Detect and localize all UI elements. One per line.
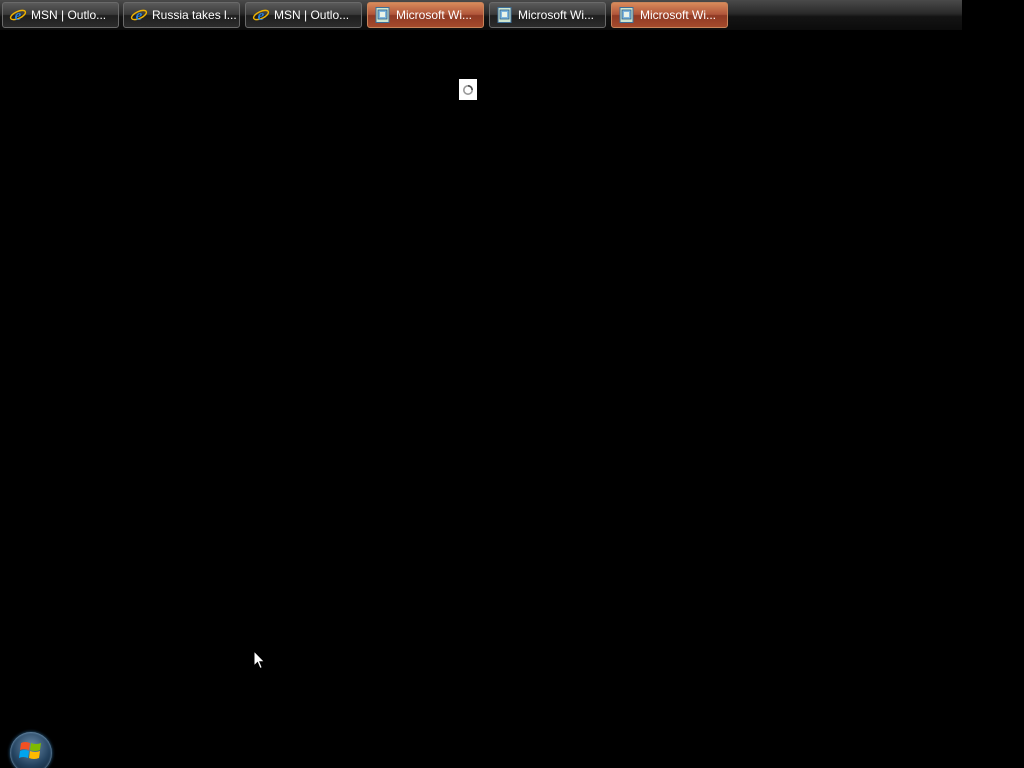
mouse-pointer-icon [253,649,267,670]
taskbar: e MSN | Outlo... e Russia takes l... e M… [0,0,962,31]
taskbar-button-label: Microsoft Wi... [640,8,717,22]
windows-logo-icon [19,740,43,767]
taskbar-button-microsoft-window-1[interactable]: Microsoft Wi... [367,2,484,28]
desktop: e MSN | Outlo... e Russia takes l... e M… [0,0,1024,768]
taskbar-button-microsoft-window-2[interactable]: Microsoft Wi... [489,2,606,28]
application-window-icon [496,6,514,24]
application-window-icon [618,6,636,24]
svg-text:e: e [15,8,22,24]
taskbar-button-label: Russia takes l... [152,8,237,22]
taskbar-button-label: Microsoft Wi... [518,8,595,22]
taskbar-button-russia-news[interactable]: e Russia takes l... [123,2,240,28]
svg-text:e: e [136,8,143,24]
internet-explorer-icon: e [9,6,27,24]
taskbar-button-label: MSN | Outlo... [31,8,107,22]
application-window-icon [374,6,392,24]
loading-spinner-icon [459,79,477,100]
taskbar-button-label: Microsoft Wi... [396,8,473,22]
start-button[interactable] [10,732,52,768]
taskbar-button-microsoft-window-3[interactable]: Microsoft Wi... [611,2,728,28]
taskbar-button-label: MSN | Outlo... [274,8,350,22]
internet-explorer-icon: e [130,6,148,24]
svg-text:e: e [258,8,265,24]
taskbar-button-msn-outlook-1[interactable]: e MSN | Outlo... [2,2,119,28]
taskbar-button-msn-outlook-2[interactable]: e MSN | Outlo... [245,2,362,28]
internet-explorer-icon: e [252,6,270,24]
